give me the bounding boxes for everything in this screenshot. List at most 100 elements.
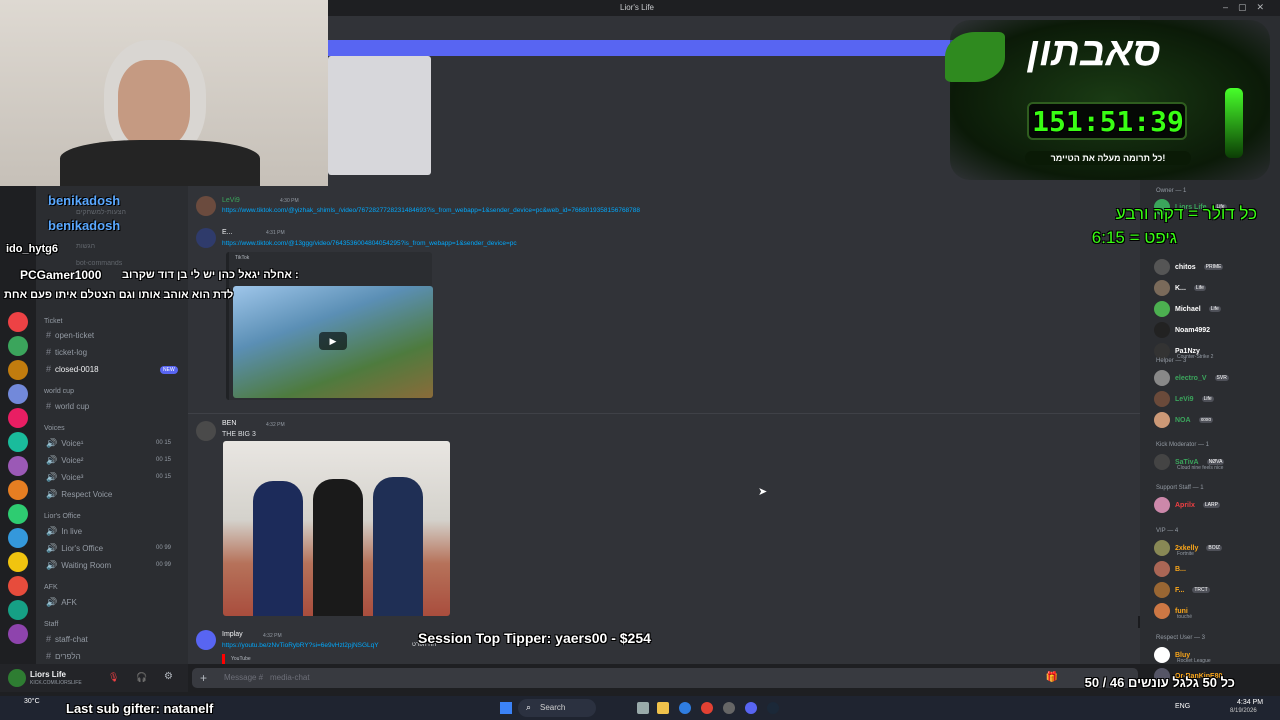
member-item[interactable]: SaTivA NØVA Cloud nine feels nice xyxy=(1154,453,1225,471)
member-item[interactable]: funi touché xyxy=(1154,602,1192,620)
gear-icon[interactable]: ⚙ xyxy=(164,671,173,682)
windows-start-icon[interactable] xyxy=(500,702,512,714)
member-item[interactable]: B... xyxy=(1154,560,1186,578)
server-icon[interactable] xyxy=(8,504,28,524)
voice-channel-1[interactable]: 🔊 Voice¹ xyxy=(46,438,83,449)
embed-thumbnail[interactable] xyxy=(328,56,431,175)
server-icon[interactable] xyxy=(8,384,28,404)
category-ticket[interactable]: Ticket xyxy=(44,318,62,325)
avatar[interactable] xyxy=(8,669,26,687)
server-icon[interactable] xyxy=(8,408,28,428)
member-item[interactable]: Michael Life xyxy=(1154,300,1221,318)
message-author[interactable]: Implay xyxy=(222,631,243,638)
composer-placeholder: Message # xyxy=(224,673,264,682)
voice-channel-waiting[interactable]: 🔊 Waiting Room xyxy=(46,560,111,571)
member-item[interactable]: F... TRCT xyxy=(1154,581,1210,599)
server-icon[interactable] xyxy=(8,552,28,572)
channel-staff-chat[interactable]: # staff-chat xyxy=(46,634,88,644)
server-icon[interactable] xyxy=(8,312,28,332)
category-world-cup[interactable]: world cup xyxy=(44,388,74,395)
speaker-icon: 🔊 xyxy=(46,438,58,448)
voice-channel-respect[interactable]: 🔊 Respect Voice xyxy=(46,489,112,500)
hash-icon: # xyxy=(46,651,52,661)
channel-open-ticket[interactable]: # open-ticket xyxy=(46,330,94,340)
category-voices[interactable]: Voices xyxy=(44,425,65,432)
server-icon[interactable] xyxy=(8,480,28,500)
voice-channel-office[interactable]: 🔊 Lior's Office xyxy=(46,543,103,554)
server-icon[interactable] xyxy=(8,576,28,596)
category-staff[interactable]: Staff xyxy=(44,621,58,628)
discord-taskbar-icon[interactable] xyxy=(745,702,757,714)
plus-icon[interactable]: + xyxy=(200,671,207,685)
server-icon[interactable] xyxy=(8,624,28,644)
channel-ticket-log[interactable]: # ticket-log xyxy=(46,347,87,357)
chrome-icon[interactable] xyxy=(701,702,713,714)
avatar[interactable] xyxy=(196,421,216,441)
member-item[interactable]: electro_V SVR xyxy=(1154,369,1229,387)
member-item[interactable]: Bluy Rocket League xyxy=(1154,646,1211,664)
member-item[interactable]: LeVi9 Life xyxy=(1154,390,1214,408)
steam-icon[interactable] xyxy=(767,702,779,714)
speaker-icon: 🔊 xyxy=(46,526,58,536)
discord-icon[interactable] xyxy=(196,630,216,650)
avatar xyxy=(1154,412,1170,428)
mouse-cursor-icon: ➤ xyxy=(758,486,768,498)
user-status: KICK.COM/LIORSLIFE xyxy=(30,680,82,686)
composer-channel: media-chat xyxy=(270,673,310,682)
gift-icon[interactable]: 🎁 xyxy=(1046,672,1058,683)
member-item[interactable]: Noam4992 xyxy=(1154,321,1210,339)
member-tag: BOIZ xyxy=(1206,545,1223,551)
message-author[interactable]: BEN xyxy=(222,420,236,427)
window-title: Lior's Life xyxy=(620,3,654,12)
leaf-icon xyxy=(945,32,1005,82)
member-item[interactable]: 2xkelly BOIZ Fortnite xyxy=(1154,539,1223,557)
chat-username: benikadosh xyxy=(48,193,121,208)
task-view-icon[interactable] xyxy=(637,702,649,714)
app-icon[interactable] xyxy=(723,702,735,714)
taskbar-search[interactable]: ⌕ Search xyxy=(518,699,596,717)
language-indicator[interactable]: ENG xyxy=(1175,703,1190,710)
clock-date[interactable]: 8/19/2026 xyxy=(1230,708,1257,714)
server-icon[interactable] xyxy=(8,528,28,548)
channel-closed-0018[interactable]: # closed-0018 xyxy=(46,364,99,374)
message-link[interactable]: https://youtu.be/zNvTioRybRY?si=6e9vHzl2… xyxy=(222,642,379,649)
voice-channel-in-live[interactable]: 🔊 In live xyxy=(46,526,82,537)
channel-helpers[interactable]: # הלפרים xyxy=(46,651,81,661)
avatar xyxy=(1154,603,1170,619)
image-attachment[interactable] xyxy=(223,441,450,616)
hash-icon: # xyxy=(46,330,52,340)
server-icon[interactable] xyxy=(8,432,28,452)
member-item[interactable]: K... Life xyxy=(1154,279,1206,297)
clock-time[interactable]: 4:34 PM xyxy=(1237,699,1263,706)
webcam-overlay xyxy=(0,0,328,186)
server-icon[interactable] xyxy=(8,456,28,476)
server-icon[interactable] xyxy=(8,360,28,380)
member-item[interactable]: chitos PRIME xyxy=(1154,258,1224,276)
member-item[interactable]: NOA xoxo xyxy=(1154,411,1214,429)
server-icon[interactable] xyxy=(8,336,28,356)
message-composer[interactable]: + Message # media-chat 🎁 xyxy=(192,668,1138,688)
mute-icon[interactable]: 🎙 xyxy=(108,672,119,683)
member-name: Noam4992 xyxy=(1175,326,1211,334)
voice-channel-afk[interactable]: 🔊 AFK xyxy=(46,597,77,608)
voice-channel-2[interactable]: 🔊 Voice² xyxy=(46,455,83,466)
youtube-embed: YouTube xyxy=(222,654,462,664)
play-icon[interactable]: ▶ xyxy=(319,332,347,350)
category-afk[interactable]: AFK xyxy=(44,584,58,591)
channel-label: Voice¹ xyxy=(61,439,84,448)
channel-label: Respect Voice xyxy=(61,490,113,499)
member-tag: Life xyxy=(1208,306,1221,312)
headset-icon[interactable]: 🎧 xyxy=(136,672,147,683)
member-item[interactable]: Aprilx LARP xyxy=(1154,496,1220,514)
file-explorer-icon[interactable] xyxy=(657,702,669,714)
hash-icon: # xyxy=(46,347,52,357)
edge-icon[interactable] xyxy=(679,702,691,714)
voice-count: 00 99 xyxy=(156,562,172,568)
last-sub-gifter: Last sub gifter: natanelf xyxy=(66,701,214,716)
server-icon[interactable] xyxy=(8,600,28,620)
accent-bar xyxy=(328,40,988,56)
voice-channel-3[interactable]: 🔊 Voice³ xyxy=(46,472,83,483)
category-liors-office[interactable]: Lior's Office xyxy=(44,513,81,520)
weather-temp[interactable]: 30°C xyxy=(24,698,40,705)
channel-world-cup[interactable]: # world cup xyxy=(46,401,89,411)
